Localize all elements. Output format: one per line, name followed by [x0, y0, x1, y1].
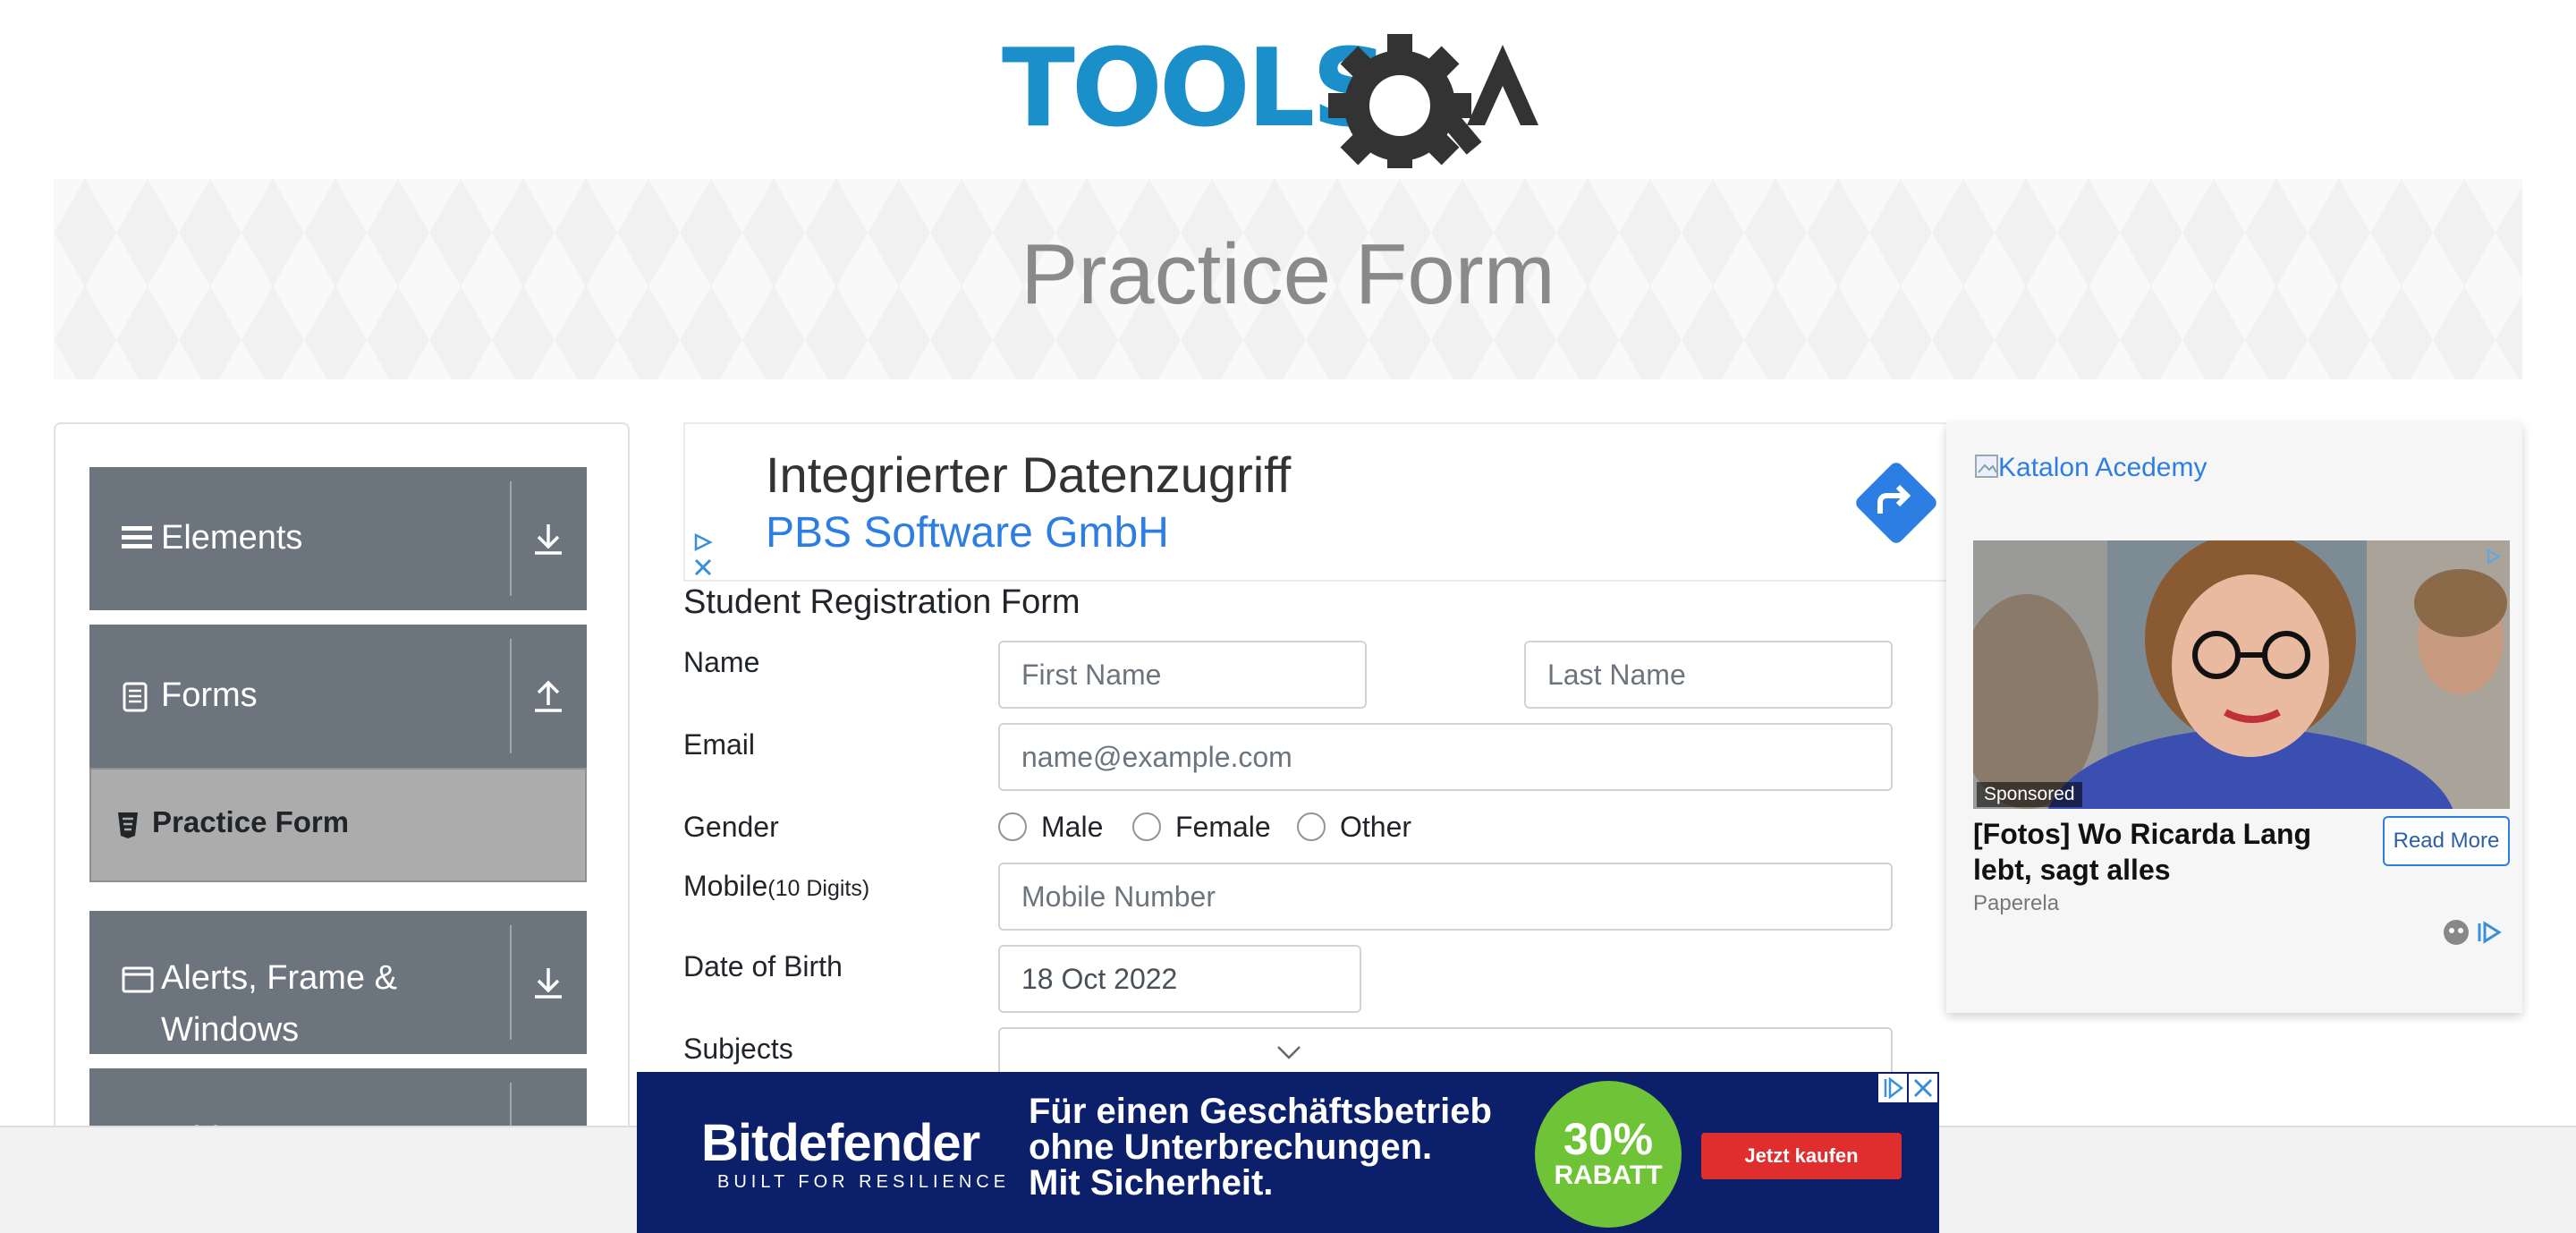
ad-photo-image [1973, 540, 2510, 809]
discount-badge: 30% RABATT [1535, 1081, 1682, 1228]
discount-label: RABATT [1554, 1161, 1663, 1190]
radio-label[interactable]: Female [1175, 811, 1271, 844]
date-of-birth-input[interactable]: 18 Oct 2022 [998, 945, 1361, 1013]
nav-group-label-line1: Alerts, Frame & [161, 959, 397, 997]
adchoices-icon[interactable] [1878, 1074, 1907, 1102]
nav-divider [510, 925, 512, 1040]
hamburger-icon [122, 526, 152, 548]
email-input[interactable]: name@example.com [998, 723, 1893, 791]
document-icon [123, 682, 148, 712]
page-banner: Practice Form [54, 179, 2522, 379]
nav-group-label: Forms [161, 676, 258, 714]
mobile-label-text: Mobile [683, 870, 768, 902]
form-title: Student Registration Form [683, 583, 1080, 621]
gender-label: Gender [683, 811, 779, 843]
ad-brand: Bitdefender [701, 1114, 980, 1172]
directions-arrow-icon[interactable] [1853, 460, 1939, 546]
page: TOOLS Practice Form Elements Forms Pract… [0, 0, 2576, 1233]
ad-copy: Für einen Geschäftsbetrieb ohne Unterbre… [1029, 1093, 1494, 1201]
buy-now-button[interactable]: Jetzt kaufen [1701, 1133, 1902, 1179]
email-label: Email [683, 728, 756, 761]
radio-label[interactable]: Other [1340, 811, 1411, 844]
nav-group-label: Elements [161, 519, 303, 557]
ad-advertiser: PBS Software GmbH [766, 509, 1169, 557]
adchoices-icon[interactable] [2476, 918, 2503, 947]
subjects-label: Subjects [683, 1033, 793, 1065]
radio-circle[interactable] [1297, 812, 1326, 841]
broken-image-icon [1975, 455, 1998, 478]
logo-a-letter [1467, 45, 1538, 125]
page-title: Practice Form [1021, 226, 1555, 322]
ad-photo[interactable]: Sponsored [1973, 540, 2510, 809]
logo-gear-icon [1328, 34, 1482, 168]
sponsored-badge: Sponsored [1977, 782, 2082, 807]
nav-group-alerts[interactable]: Alerts, Frame & Windows [89, 911, 587, 1054]
ad-network-icon[interactable] [2442, 918, 2470, 947]
nav-item-label: Practice Form [152, 805, 350, 838]
toolsqa-logo[interactable]: TOOLS [1002, 25, 1583, 168]
ad-copy-line: Mit Sicherheit. [1029, 1163, 1274, 1203]
ad-banner-bottom[interactable]: Bitdefender BUILT FOR RESILIENCE Für ein… [637, 1072, 1939, 1233]
nav-item-practice-form[interactable]: Practice Form [89, 768, 587, 882]
gender-radio-other[interactable]: Other [1297, 811, 1422, 846]
ad-copy-line: Für einen Geschäftsbetrieb [1029, 1092, 1492, 1131]
toolsqa-logo-image: TOOLS [1002, 27, 1538, 168]
nav-divider [510, 481, 512, 596]
nav-group-label-line2: Windows [161, 1011, 300, 1049]
ad-headline: Integrierter Datenzugriff [766, 446, 1292, 503]
logo-tools-text: TOOLS [1002, 27, 1385, 151]
ad-tagline: BUILT FOR RESILIENCE [717, 1172, 1011, 1192]
date-of-birth-label: Date of Birth [683, 950, 843, 982]
nav-group-forms[interactable]: Forms [89, 625, 587, 768]
gender-radio-female[interactable]: Female [1132, 811, 1284, 846]
read-more-button[interactable]: Read More [2383, 816, 2510, 866]
chevron-down-icon[interactable] [1275, 1043, 1302, 1061]
adchoices-icon[interactable] [691, 530, 717, 580]
discount-percent: 30% [1563, 1114, 1654, 1164]
ad-image-alt-text[interactable]: Katalon Acedemy [1998, 453, 2207, 483]
radio-circle[interactable] [998, 812, 1027, 841]
gender-radio-male[interactable]: Male [998, 811, 1123, 846]
ad-copy-line: ohne Unterbrechungen. [1029, 1127, 1433, 1167]
ad-headline[interactable]: [Fotos] Wo Ricarda Lang lebt, sagt alles [1973, 816, 2358, 888]
name-label: Name [683, 646, 760, 678]
download-arrow-icon[interactable] [526, 961, 571, 1006]
mobile-label: Mobile(10 Digits) [683, 870, 869, 903]
first-name-input[interactable]: First Name [998, 641, 1367, 709]
html5-icon [118, 812, 138, 838]
mobile-input[interactable]: Mobile Number [998, 863, 1893, 931]
close-icon[interactable] [1909, 1074, 1937, 1102]
nav-group-elements[interactable]: Elements [89, 467, 587, 610]
upload-arrow-icon[interactable] [526, 675, 571, 719]
nav-divider [510, 639, 512, 753]
ad-banner-top[interactable]: Integrierter Datenzugriff PBS Software G… [683, 422, 1946, 582]
download-arrow-icon[interactable] [526, 517, 571, 562]
ad-sidebar-right[interactable]: Katalon Acedemy Sponsored [Fotos] Wo Ric… [1946, 422, 2522, 1013]
mobile-label-hint: (10 Digits) [767, 876, 870, 901]
last-name-input[interactable]: Last Name [1524, 641, 1893, 709]
adchoices-icon[interactable] [2485, 548, 2503, 565]
ad-source: Paperela [1973, 891, 2060, 915]
radio-circle[interactable] [1132, 812, 1161, 841]
radio-label[interactable]: Male [1041, 811, 1103, 844]
window-icon [122, 966, 154, 993]
